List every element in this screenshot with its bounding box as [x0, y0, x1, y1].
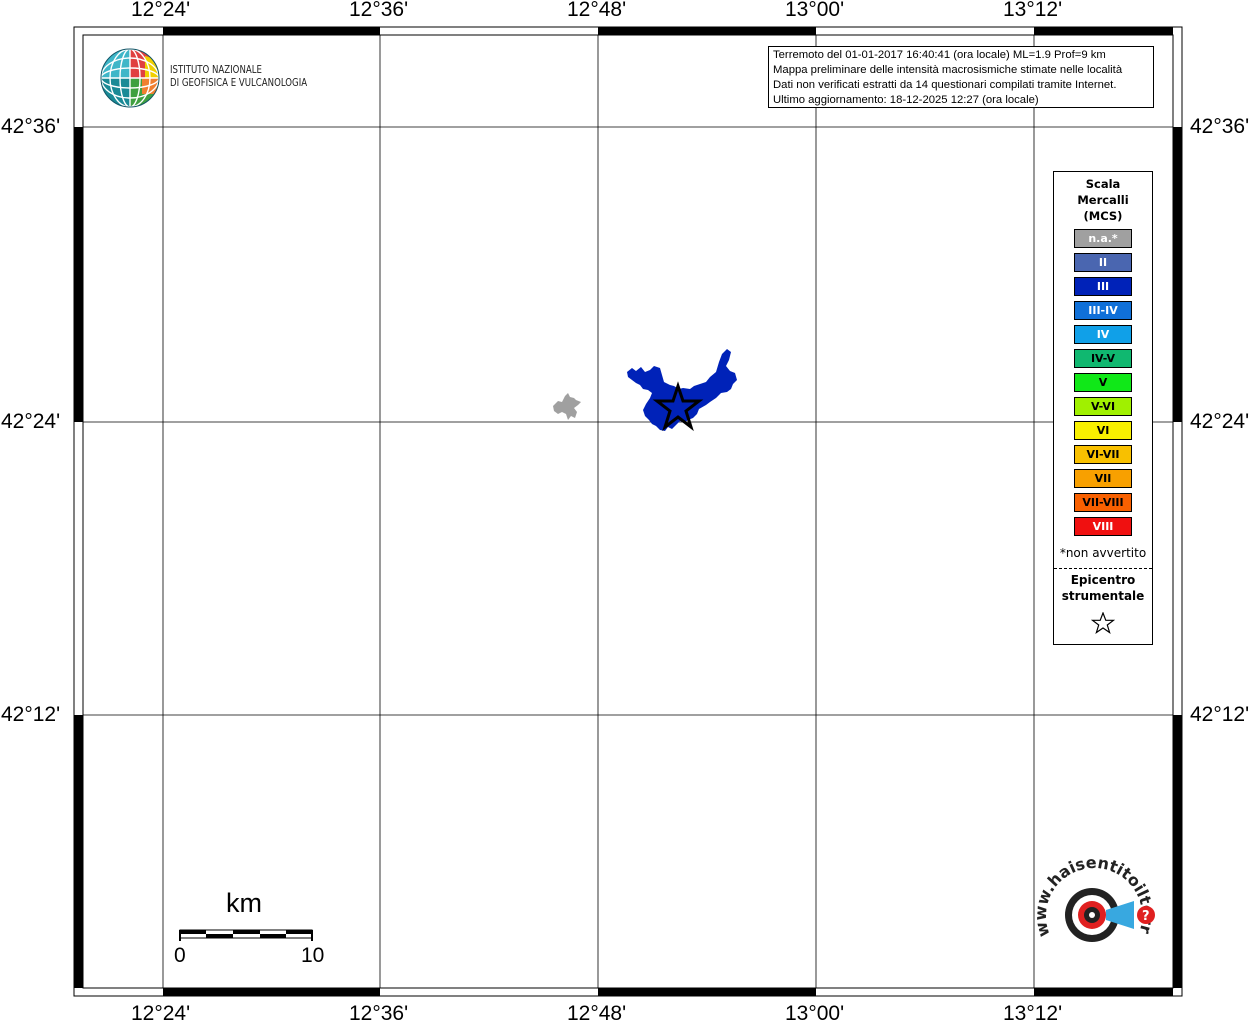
legend-swatch-ii: II [1074, 253, 1132, 272]
legend-title-line1: Scala [1085, 177, 1121, 191]
legend-swatch-vi: VI [1074, 421, 1132, 440]
legend-swatch-iii-iv: III-IV [1074, 301, 1132, 320]
legend-epicentre: Epicentro strumentale [1054, 572, 1152, 604]
legend: Scala Mercalli (MCS) n.a.* II III III-IV IV I… [1053, 171, 1153, 645]
scale-bar-unit: km [226, 888, 262, 918]
legend-note: *non avvertito [1059, 546, 1147, 560]
legend-title-line3: (MCS) [1083, 209, 1123, 223]
legend-swatch-n-a: n.a.* [1074, 229, 1132, 248]
legend-swatch-vi-vii: VI-VII [1074, 445, 1132, 464]
legend-divider [1054, 568, 1152, 569]
scale-bar [179, 929, 313, 941]
haisentito-logo: www.haisentitoilterremoto.it ? [1030, 855, 1157, 942]
legend-swatch-v: V [1074, 373, 1132, 392]
scale-bar-end: 10 [301, 944, 325, 967]
legend-epicentre-line2: strumentale [1061, 589, 1145, 603]
scale-bar-start: 0 [174, 944, 186, 967]
legend-swatch-iv: IV [1074, 325, 1132, 344]
intensity-area-na [553, 393, 581, 420]
legend-swatch-vii-viii: VII-VIII [1074, 493, 1132, 512]
legend-epicentre-line1: Epicentro [1070, 573, 1136, 587]
legend-title: Scala Mercalli (MCS) [1054, 176, 1152, 224]
legend-title-line2: Mercalli [1077, 193, 1129, 207]
legend-swatch-vii: VII [1074, 469, 1132, 488]
legend-swatch-viii: VIII [1074, 517, 1132, 536]
svg-text:?: ? [1142, 909, 1150, 924]
legend-swatch-v-vi: V-VI [1074, 397, 1132, 416]
legend-swatch-iii: III [1074, 277, 1132, 296]
legend-swatch-iv-v: IV-V [1074, 349, 1132, 368]
legend-star-icon [1091, 612, 1115, 634]
